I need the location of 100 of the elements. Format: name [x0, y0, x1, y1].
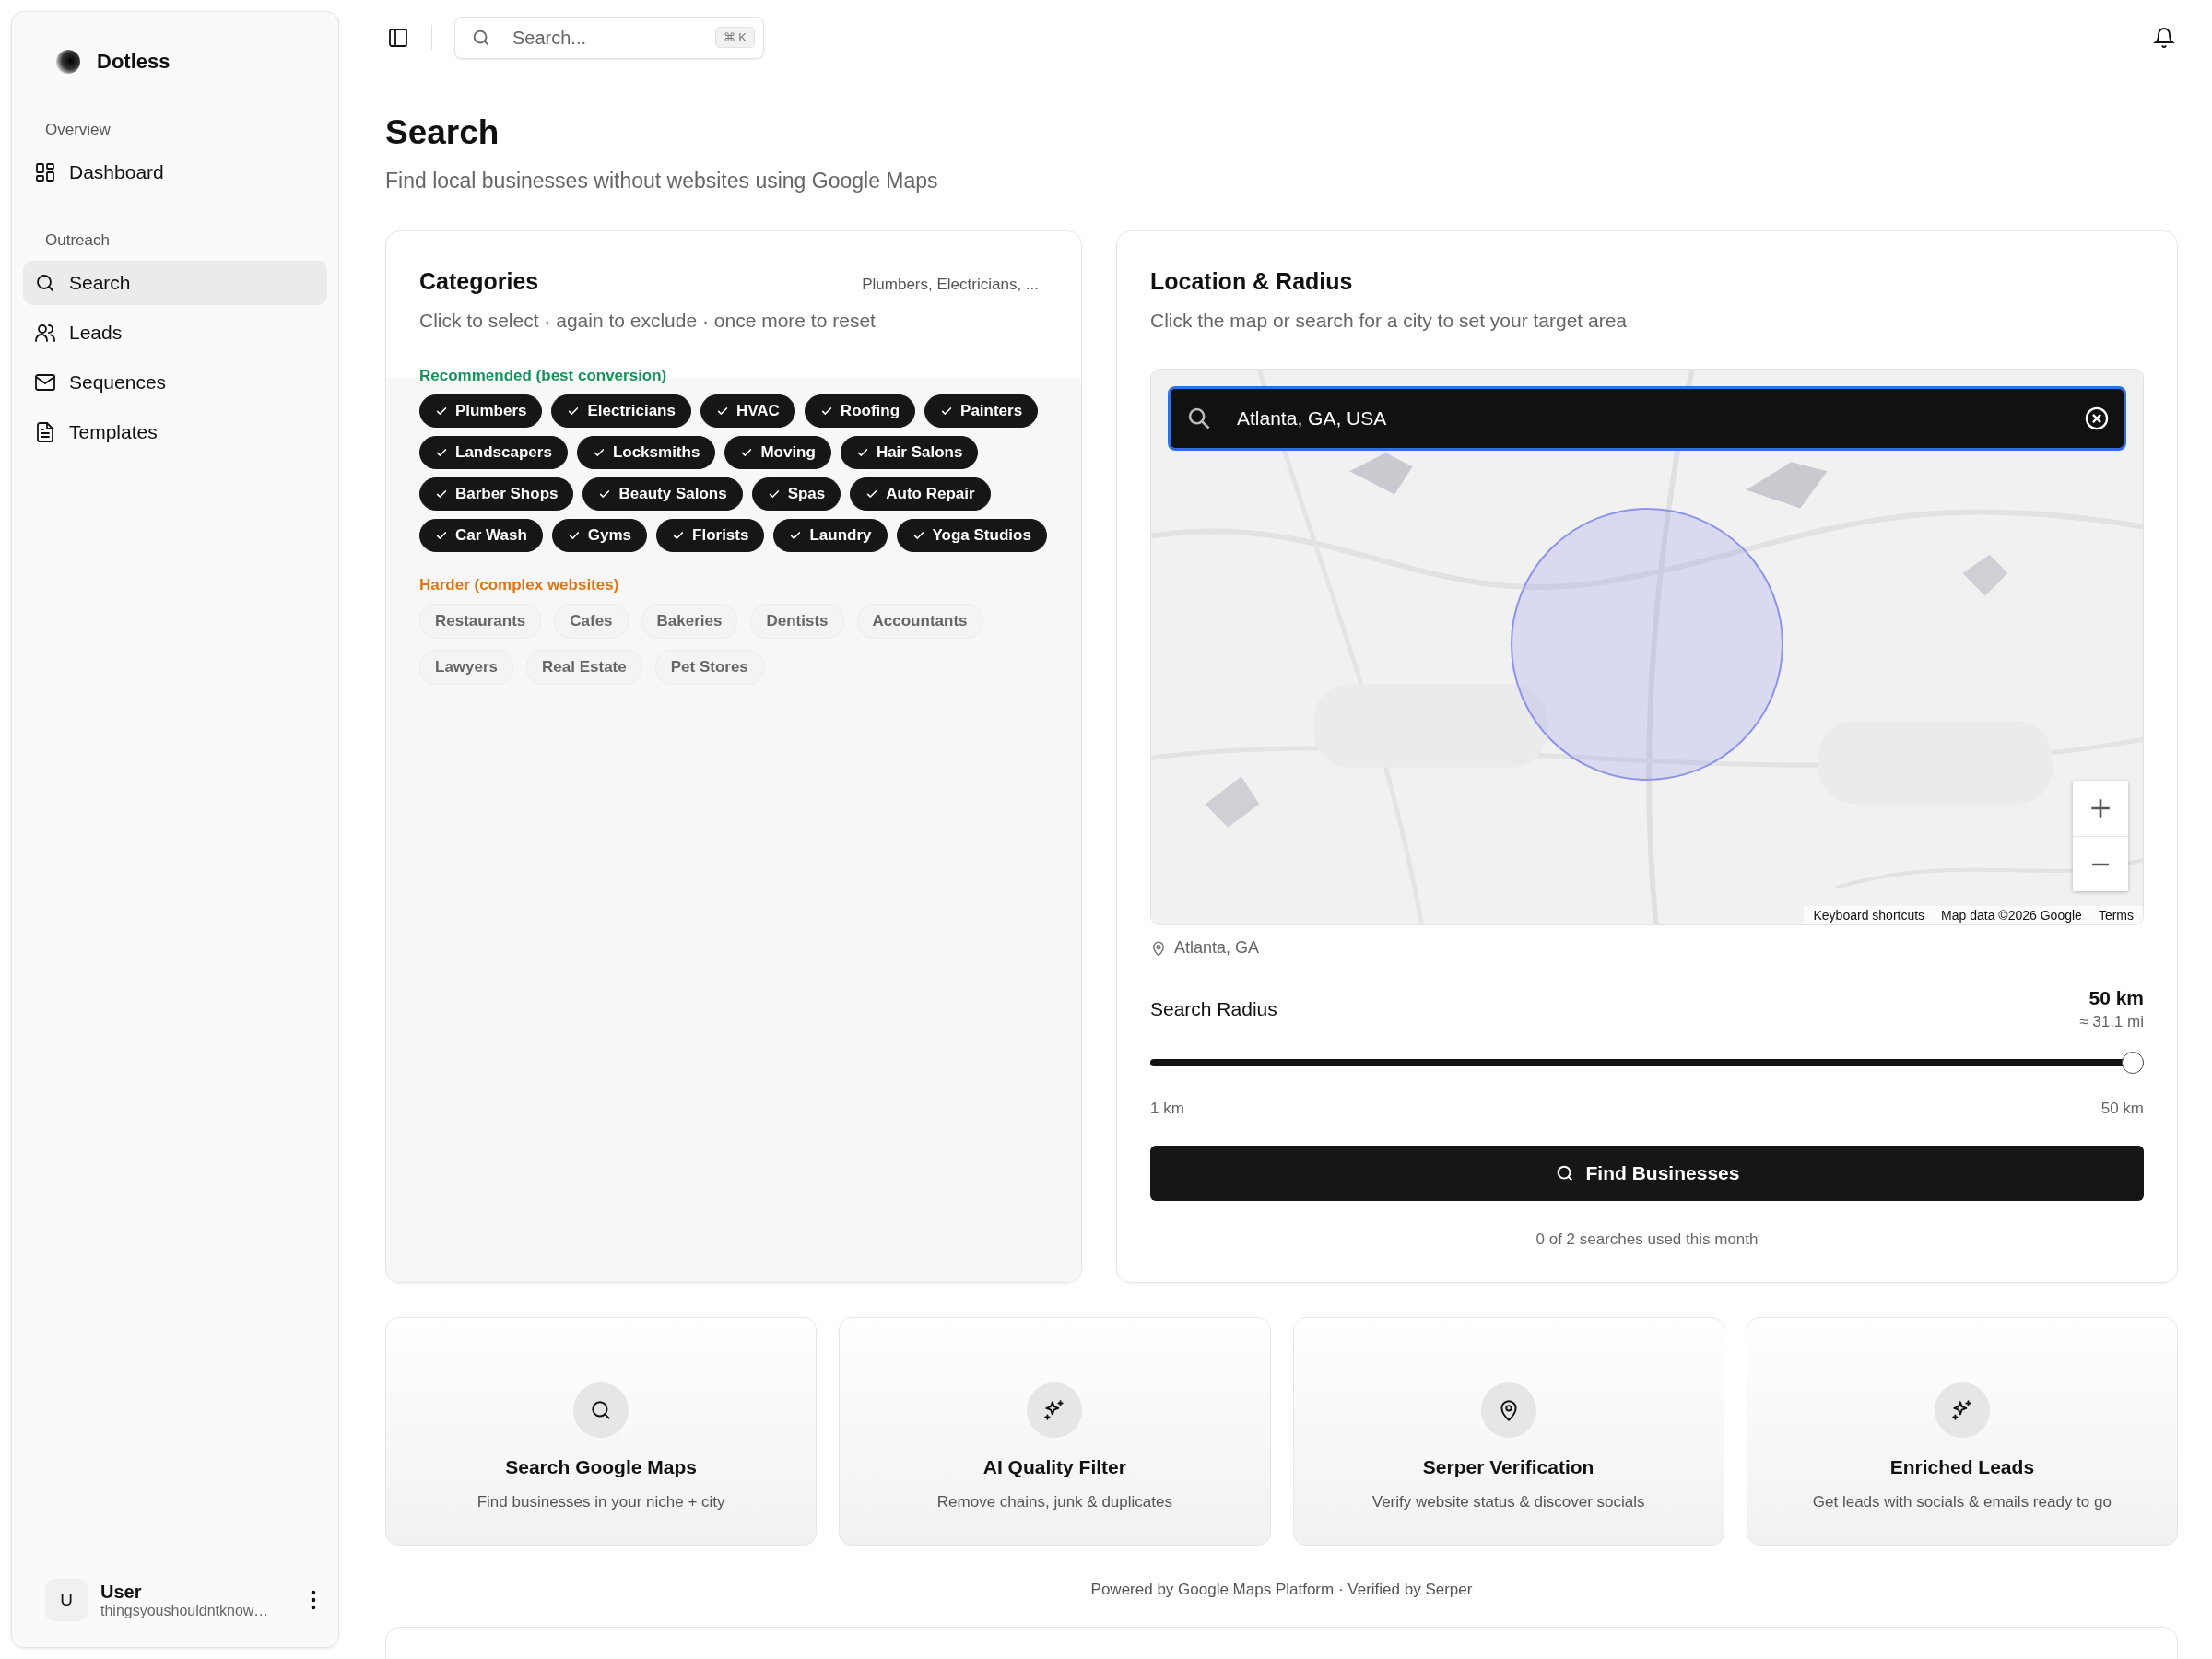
feature-text: Get leads with socials & emails ready to go — [1812, 1493, 2112, 1512]
category-chip[interactable]: Cafes — [554, 604, 629, 639]
section-title: Outreach — [44, 231, 111, 250]
feature-title: Enriched Leads — [1889, 1456, 2035, 1478]
category-chip[interactable]: Real Estate — [526, 650, 642, 685]
feature-title: Search Google Maps — [505, 1456, 697, 1478]
category-chip[interactable]: Moving — [724, 436, 831, 469]
sidebar-toggle-icon[interactable] — [387, 27, 409, 49]
category-chip[interactable]: Electricians — [551, 394, 691, 428]
clear-icon[interactable] — [2084, 406, 2110, 431]
card-hint: Click to select · again to exclude · once more to reset — [418, 310, 877, 332]
category-chip[interactable]: Beauty Salons — [582, 477, 743, 511]
card-hint: Click the map or search for a city to set your target area — [1150, 310, 1629, 332]
feature-text: Verify website status & discover socials — [1371, 1493, 1645, 1512]
map-attribution-link[interactable]: Keyboard shortcuts — [1813, 908, 1925, 923]
check-icon — [567, 529, 581, 542]
document-icon — [34, 421, 56, 443]
slider-max: 50 km — [2100, 1100, 2144, 1118]
users-icon — [34, 322, 56, 344]
user-avatar: U — [45, 1579, 88, 1621]
map-attribution-link[interactable]: Map data ©2026 Google — [1941, 908, 2082, 923]
brand-name: Dotless — [97, 50, 171, 74]
check-icon — [435, 446, 448, 459]
search-icon — [471, 28, 491, 48]
category-chip[interactable]: Bakeries — [641, 604, 738, 639]
category-chip[interactable]: Auto Repair — [850, 477, 991, 511]
check-icon — [672, 529, 686, 542]
nav-item[interactable]: Templates — [23, 410, 327, 454]
check-icon — [912, 529, 925, 542]
feature-text: Find businesses in your niche + city — [477, 1493, 725, 1512]
radius-slider[interactable] — [1150, 1052, 2144, 1074]
check-icon — [435, 529, 448, 542]
category-chip[interactable]: Yoga Studios — [896, 519, 1047, 552]
bell-icon[interactable] — [2153, 27, 2175, 49]
card-title: Location & Radius — [1150, 268, 1354, 295]
check-icon — [435, 488, 448, 500]
nav-item[interactable]: Dashboard — [23, 150, 327, 194]
radius-approx: ≈ 31.1 mi — [2079, 1013, 2144, 1031]
dashboard-icon — [34, 161, 56, 183]
category-chip[interactable]: Accountants — [856, 604, 983, 639]
plus-icon — [2088, 796, 2112, 820]
nav-item[interactable]: Sequences — [23, 360, 327, 405]
check-icon — [567, 405, 581, 418]
sparkles-icon — [1949, 1398, 1974, 1422]
usage-note: 0 of 2 searches used this month — [1535, 1230, 1759, 1249]
zoom-in-button[interactable] — [2073, 781, 2128, 836]
search-icon — [1186, 406, 1212, 431]
category-chip[interactable]: Gyms — [551, 519, 648, 552]
nav-item[interactable]: Search — [23, 261, 327, 305]
map-search-field[interactable]: Atlanta, GA, USA — [1168, 386, 2126, 451]
user-email: thingsyoushouldntknow… — [100, 1602, 270, 1619]
selection-summary: Plumbers, Electricians, ... — [862, 276, 1039, 294]
more-icon[interactable] — [311, 1590, 316, 1610]
feature-title: AI Quality Filter — [982, 1456, 1126, 1478]
slider-thumb[interactable] — [2122, 1052, 2144, 1074]
page-subtitle: Find local businesses without websites using Google Maps — [385, 169, 939, 194]
selected-place: Atlanta, GA — [1174, 938, 1260, 958]
category-chip[interactable]: HVAC — [700, 394, 795, 428]
slider-min: 1 km — [1150, 1100, 1184, 1118]
feature-title: Serper Verification — [1422, 1456, 1594, 1478]
check-icon — [865, 488, 879, 500]
check-icon — [789, 529, 803, 542]
category-chip[interactable]: Lawyers — [419, 650, 514, 685]
category-chip[interactable]: Restaurants — [419, 604, 542, 639]
search-icon — [34, 272, 56, 294]
check-icon — [715, 405, 729, 418]
check-icon — [435, 405, 448, 418]
category-chip[interactable]: Dentists — [750, 604, 844, 639]
category-chip[interactable]: Car Wash — [419, 519, 543, 552]
find-businesses-button[interactable]: Find Businesses — [1150, 1146, 2144, 1201]
category-chip[interactable]: Landscapers — [419, 436, 568, 469]
section-title: Overview — [44, 121, 112, 139]
mail-icon — [34, 371, 56, 394]
category-chip[interactable]: Locksmiths — [576, 436, 716, 469]
category-chip[interactable]: Roofing — [804, 394, 916, 428]
category-chip[interactable]: Laundry — [773, 519, 888, 552]
radius-value: 50 km — [2088, 987, 2144, 1009]
category-chip[interactable]: Hair Salons — [840, 436, 979, 469]
feature-text: Remove chains, junk & duplicates — [936, 1493, 1172, 1512]
card-title: Categories — [419, 268, 539, 295]
map-attribution-link[interactable]: Terms — [2098, 908, 2134, 923]
category-chip[interactable]: Barber Shops — [419, 477, 574, 511]
category-chip[interactable]: Painters — [924, 394, 1039, 428]
minus-icon — [2091, 862, 2110, 866]
check-icon — [598, 488, 612, 500]
pin-icon — [1150, 939, 1167, 957]
check-icon — [855, 446, 869, 459]
check-icon — [740, 446, 754, 459]
user-name: User — [100, 1581, 143, 1603]
radius-label: Search Radius — [1150, 998, 1277, 1020]
category-chip[interactable]: Spas — [751, 477, 841, 511]
group-label: Recommended (best conversion) — [419, 367, 668, 385]
category-chip[interactable]: Plumbers — [419, 394, 543, 428]
nav-item[interactable]: Leads — [23, 311, 327, 355]
check-icon — [767, 488, 781, 500]
category-chip[interactable]: Pet Stores — [654, 650, 764, 685]
group-label: Harder (complex websites) — [419, 576, 620, 594]
check-icon — [592, 446, 606, 459]
footer-note: Powered by Google Maps Platform · Verified by Serper — [1089, 1581, 1474, 1599]
category-chip[interactable]: Florists — [656, 519, 765, 552]
